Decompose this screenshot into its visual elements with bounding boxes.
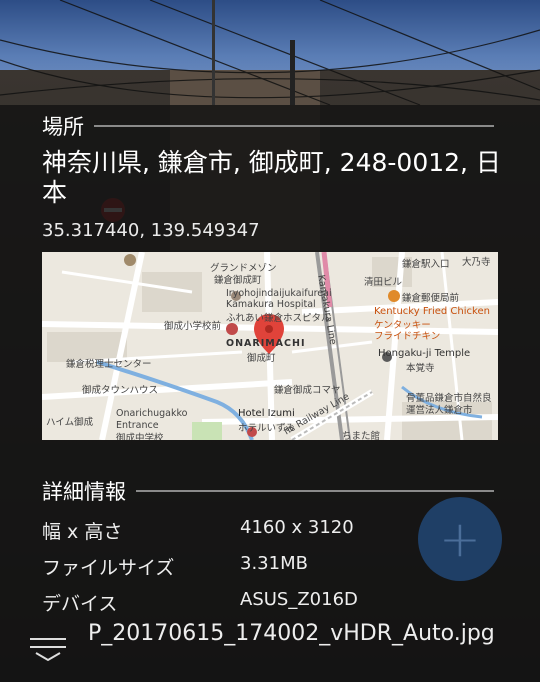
detail-value: ASUS_Z016D [240, 589, 358, 610]
map-label: 鎌倉税理士センター [66, 359, 152, 370]
detail-row-device: デバイス ASUS_Z016D [42, 589, 358, 616]
coordinates-text: 35.317440, 139.549347 [42, 220, 260, 241]
map-label: Kamakura Hospital [226, 299, 316, 310]
map-label: 本覚寺 [406, 363, 435, 374]
map-label: ふれあい鎌倉ホスピタル [226, 313, 331, 324]
map-label: 鎌倉郵便局前 [402, 293, 460, 304]
map-label: Onarichugakko [116, 408, 188, 419]
map-label: 御成町 [247, 353, 276, 364]
map-label: 御成小学校前 [164, 321, 222, 332]
map-label: ONARIMACHI [226, 338, 306, 349]
plus-icon: + [439, 510, 481, 568]
detail-value: 4160 x 3120 [240, 517, 354, 538]
location-section-title: 場所 [42, 115, 84, 139]
section-divider [94, 125, 494, 127]
map-label: 大乃寺 [462, 257, 491, 268]
map-label: 運営法人鎌倉市 [406, 405, 473, 416]
location-map[interactable]: グランドメゾン 鎌倉御成町 Iryohojindaijukaifureai Ka… [42, 252, 498, 440]
map-label: Hongaku-ji Temple [378, 348, 471, 359]
detail-key: デバイス [42, 593, 118, 615]
detail-value: 3.31MB [240, 553, 308, 574]
bottom-bar: P_20170615_174002_vHDR_Auto.jpg [0, 614, 540, 682]
menu-expand-icon[interactable] [30, 632, 66, 662]
map-label: 清田ビル [364, 277, 403, 288]
detail-key: ファイルサイズ [42, 557, 175, 579]
map-label: ハイム御成 [46, 417, 94, 428]
detail-row-filesize: ファイルサイズ 3.31MB [42, 553, 308, 580]
map-label: Iryohojindaijukaifureai [226, 288, 332, 299]
address-text: 神奈川県, 鎌倉市, 御成町, 248-0012, 日本 [42, 148, 501, 207]
location-section-header: 場所 [42, 111, 494, 141]
map-label: 御成タウンハウス [82, 385, 159, 396]
section-divider [136, 490, 494, 492]
detail-row-dimensions: 幅 x 高さ 4160 x 3120 [42, 517, 354, 544]
map-label: フライドチキン [374, 331, 441, 342]
details-section-title: 詳細情報 [42, 480, 126, 504]
add-fab-button[interactable]: + [418, 497, 502, 581]
map-label: ちまた館 [342, 431, 381, 440]
map-label: 鎌倉御成コマヤ [274, 385, 341, 396]
map-label: 御成中学校 [116, 433, 164, 440]
map-label: Hotel Izumi [238, 408, 295, 419]
details-section-header: 詳細情報 [42, 476, 494, 506]
file-name: P_20170615_174002_vHDR_Auto.jpg [88, 621, 495, 646]
detail-key: 幅 x 高さ [42, 521, 123, 543]
map-label: 鎌倉駅入口 [402, 259, 450, 270]
map-label: Kentucky Fried Chicken [374, 306, 490, 317]
map-label: 鎌倉御成町 [214, 275, 262, 286]
